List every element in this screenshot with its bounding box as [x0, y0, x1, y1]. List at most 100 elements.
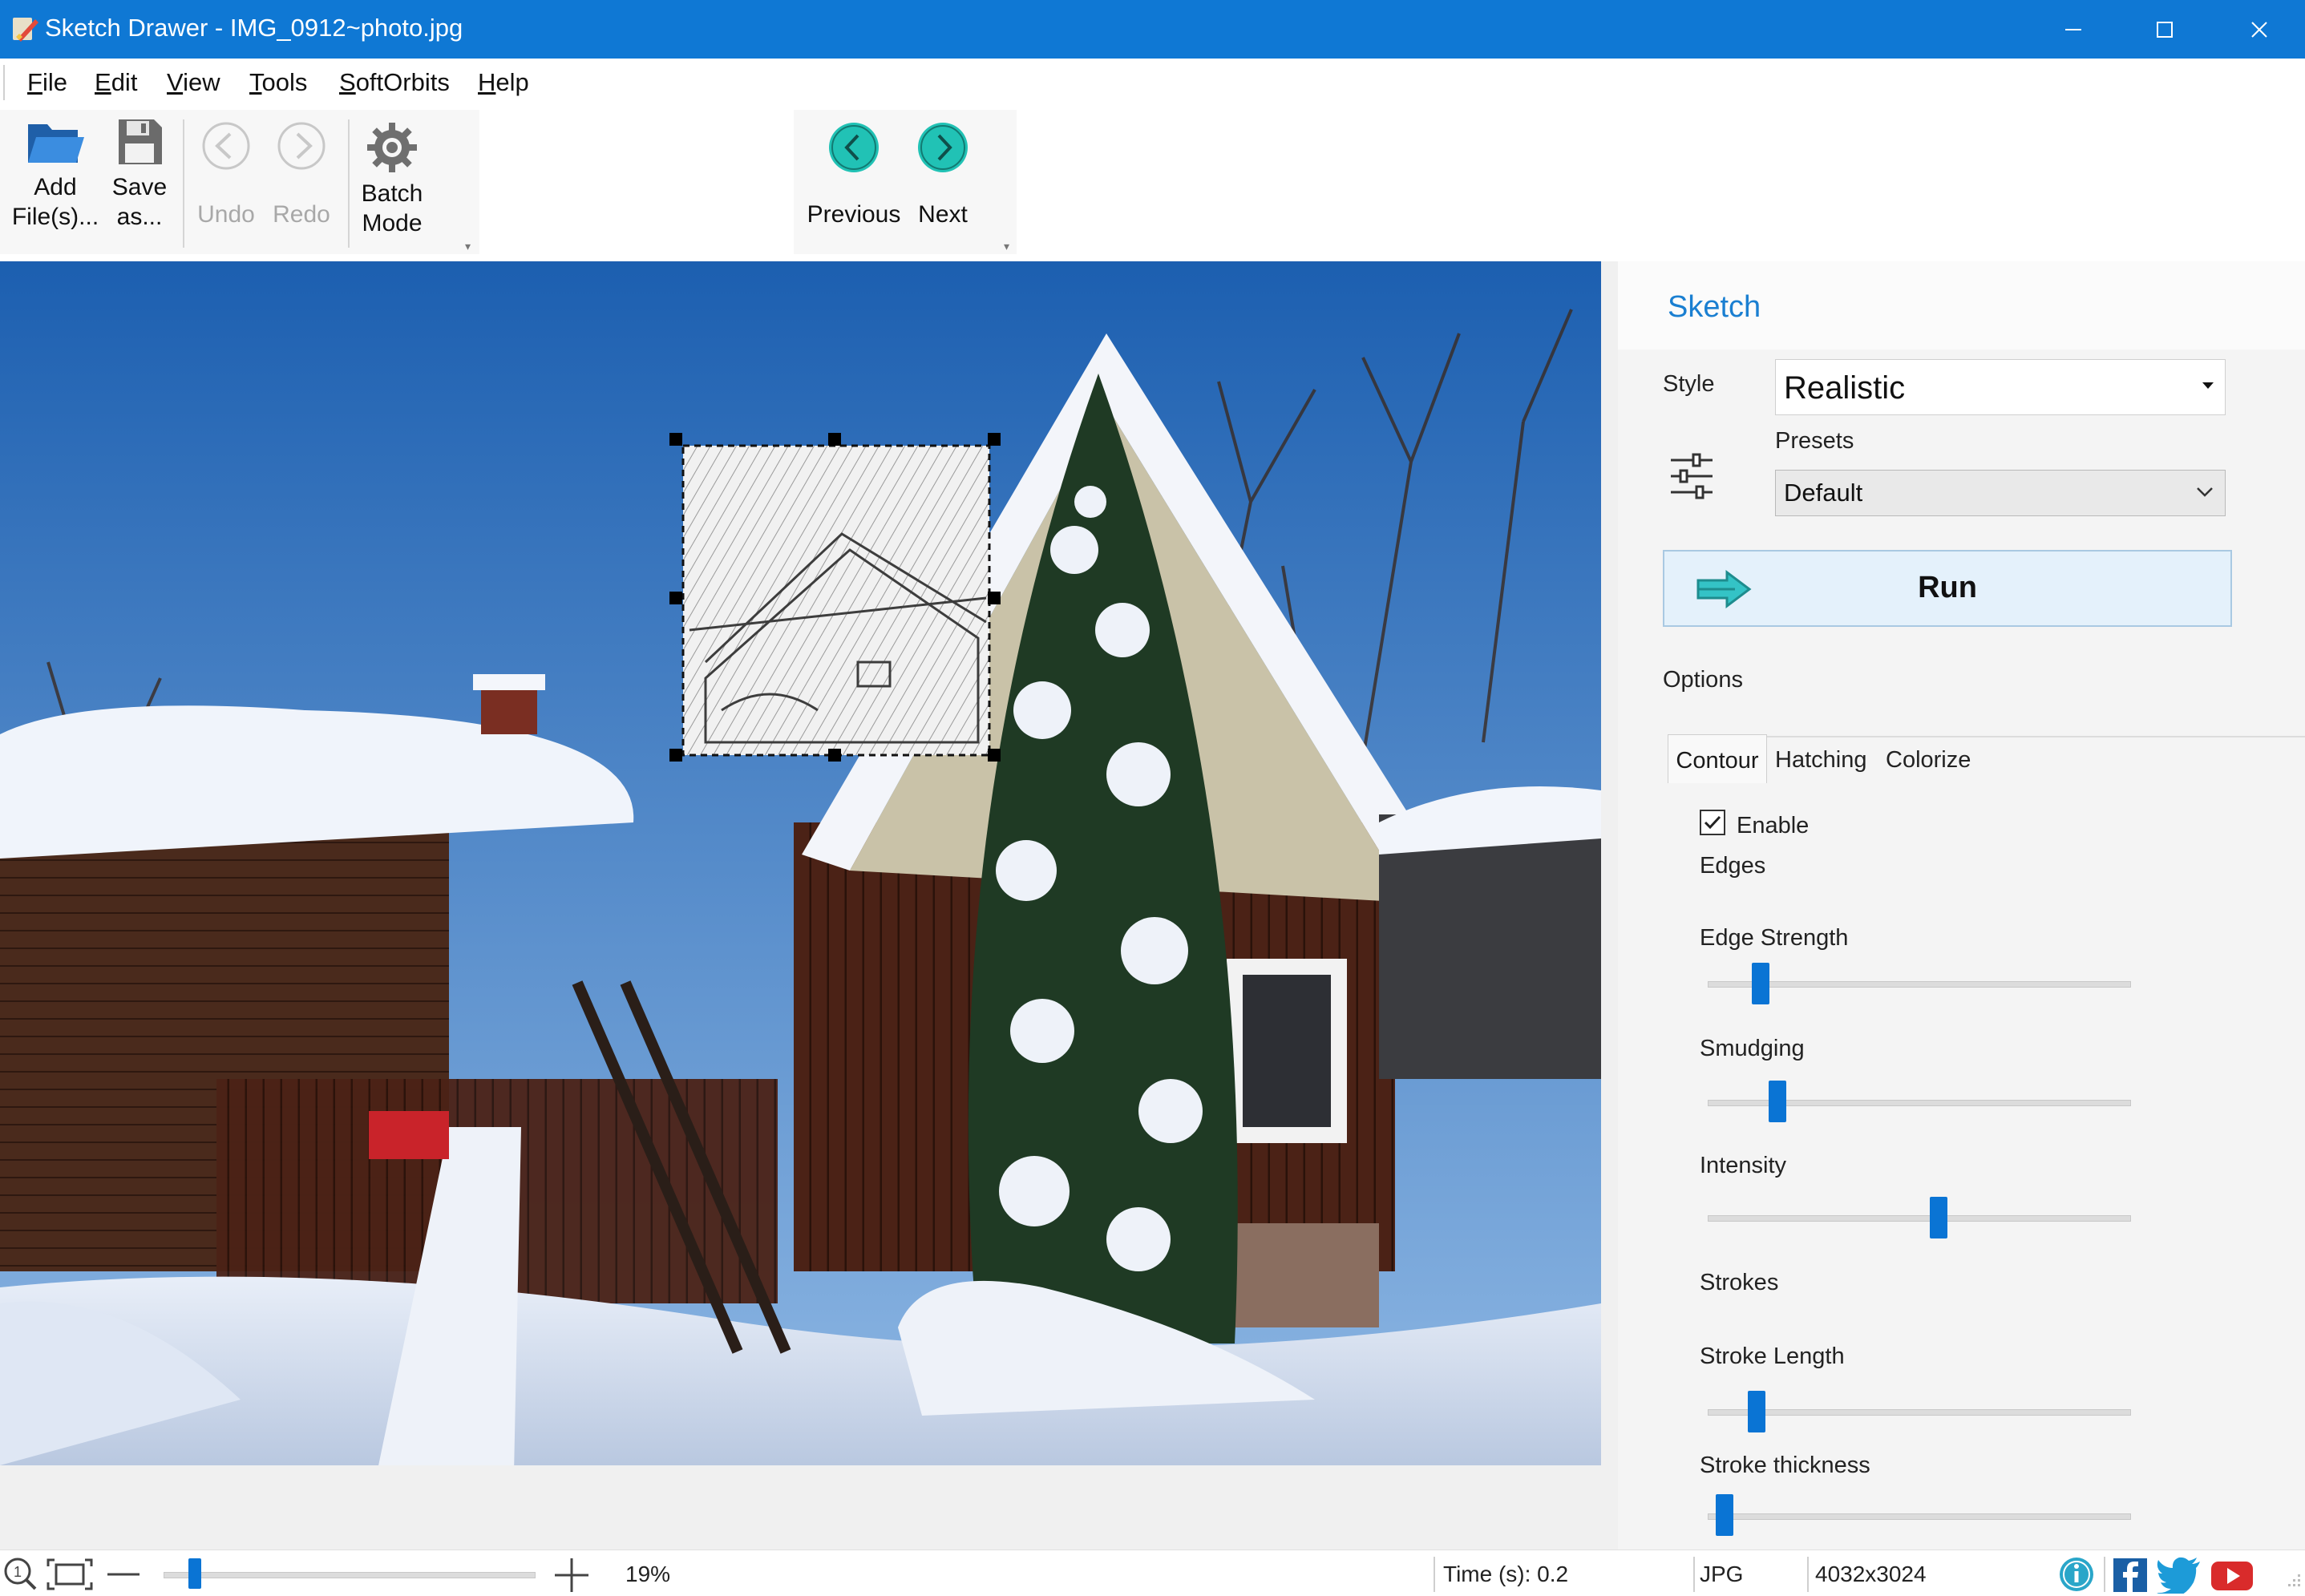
next-button[interactable]: Next	[906, 121, 980, 229]
status-bar: 1 19% Time (s): 0.2 JPG 4032x3024	[0, 1550, 2305, 1596]
zoom-slider-track[interactable]	[164, 1572, 536, 1578]
intensity-label: Intensity	[1700, 1153, 1786, 1178]
sliders-adjust-icon	[1671, 453, 1713, 499]
run-button[interactable]: Run	[1663, 550, 2232, 627]
chevron-down-icon	[2197, 487, 2213, 497]
menu-bar: File Edit View Tools SoftOrbits Help	[0, 59, 2305, 107]
previous-button[interactable]: Previous	[802, 121, 906, 229]
zoom-slider-thumb[interactable]	[188, 1558, 202, 1589]
edges-heading: Edges	[1700, 853, 1766, 879]
zoom-actual-size-icon[interactable]: 1	[3, 1557, 38, 1592]
save-label-2: as...	[116, 204, 163, 230]
tab-contour[interactable]: Contour	[1668, 734, 1767, 783]
intensity-track[interactable]	[1708, 1215, 2131, 1222]
run-label: Run	[1918, 571, 1977, 604]
menu-edit[interactable]: Edit	[95, 67, 137, 99]
undo-button[interactable]: Undo	[192, 121, 260, 229]
enable-label: Enable	[1737, 813, 1810, 838]
open-folder-icon	[28, 124, 84, 163]
stroke-length-track[interactable]	[1708, 1409, 2131, 1416]
redo-arrow-icon	[277, 122, 326, 170]
minimize-icon	[2065, 28, 2081, 30]
add-files-label-1: Add	[34, 174, 77, 200]
twitter-icon[interactable]	[2157, 1557, 2202, 1594]
status-separator	[1807, 1557, 1809, 1592]
close-button[interactable]	[2212, 0, 2305, 59]
image-dimensions: 4032x3024	[1815, 1562, 1927, 1586]
edge-strength-thumb[interactable]	[1752, 963, 1770, 1004]
menu-softorbits[interactable]: SoftOrbits	[339, 67, 450, 99]
info-icon[interactable]	[2057, 1555, 2096, 1594]
style-label: Style	[1663, 371, 1715, 397]
undo-arrow-icon	[202, 122, 250, 170]
edge-strength-label: Edge Strength	[1700, 925, 1849, 951]
batch-label-2: Mode	[362, 210, 423, 236]
style-dropdown[interactable]: Realistic	[1775, 359, 2226, 415]
selection-handle[interactable]	[669, 749, 682, 762]
toolbar-separator	[348, 119, 350, 248]
toolbar-overflow-icon[interactable]: ▾	[465, 240, 471, 253]
status-separator	[2104, 1557, 2105, 1592]
stroke-thickness-track[interactable]	[1708, 1513, 2131, 1520]
selection-handle[interactable]	[669, 433, 682, 446]
photo-preview[interactable]	[0, 261, 1601, 1465]
app-logo-icon	[13, 18, 38, 42]
undo-label: Undo	[197, 201, 255, 228]
previous-arrow-icon	[829, 123, 879, 172]
intensity-thumb[interactable]	[1930, 1197, 1948, 1238]
stroke-length-thumb[interactable]	[1748, 1391, 1766, 1432]
toolbar-separator	[183, 119, 184, 248]
menu-grip	[3, 65, 5, 100]
edge-strength-track[interactable]	[1708, 981, 2131, 988]
fit-to-window-icon[interactable]	[47, 1558, 93, 1590]
next-label: Next	[918, 201, 968, 228]
zoom-out-icon[interactable]	[106, 1566, 141, 1582]
toolbar: Add File(s)... Save as... Undo Redo Batc…	[0, 107, 2305, 261]
youtube-icon[interactable]	[2210, 1557, 2254, 1594]
menu-view[interactable]: View	[167, 67, 220, 99]
smudging-label: Smudging	[1700, 1036, 1805, 1061]
smudging-thumb[interactable]	[1768, 1081, 1786, 1122]
toolbar-overflow-icon[interactable]: ▾	[1004, 240, 1009, 253]
tab-colorize[interactable]: Colorize	[1886, 745, 1971, 774]
selection-handle[interactable]	[988, 749, 1001, 762]
panel-title: Sketch	[1668, 290, 1761, 324]
style-value: Realistic	[1784, 370, 1906, 406]
stroke-thickness-thumb[interactable]	[1716, 1494, 1734, 1536]
gear-icon	[367, 123, 417, 172]
selection-handle[interactable]	[828, 433, 841, 446]
selection-handle[interactable]	[988, 433, 1001, 446]
minimize-button[interactable]	[2026, 0, 2121, 59]
menu-tools[interactable]: Tools	[249, 67, 307, 99]
selection-handle[interactable]	[828, 749, 841, 762]
selection-handle[interactable]	[988, 592, 1001, 604]
facebook-icon[interactable]	[2112, 1557, 2149, 1594]
floppy-disk-icon	[119, 119, 162, 164]
zoom-percent: 19%	[625, 1562, 671, 1586]
selection-handle[interactable]	[669, 592, 682, 604]
maximize-icon	[2157, 21, 2173, 38]
presets-value: Default	[1784, 479, 1863, 507]
file-format: JPG	[1700, 1562, 1744, 1586]
menu-help[interactable]: Help	[478, 67, 529, 99]
redo-label: Redo	[273, 201, 330, 228]
status-separator	[1434, 1557, 1435, 1592]
add-files-button[interactable]: Add File(s)...	[8, 116, 103, 232]
zoom-in-icon[interactable]	[553, 1557, 590, 1594]
add-files-label-2: File(s)...	[11, 204, 99, 230]
tab-hatching[interactable]: Hatching	[1775, 745, 1866, 774]
menu-file[interactable]: File	[27, 67, 67, 99]
maximize-button[interactable]	[2117, 0, 2212, 59]
title-bar: Sketch Drawer - IMG_0912~photo.jpg	[0, 0, 2305, 59]
save-label-1: Save	[111, 174, 168, 200]
checkmark-icon	[1704, 815, 1721, 830]
stroke-length-label: Stroke Length	[1700, 1343, 1845, 1369]
stroke-thickness-label: Stroke thickness	[1700, 1453, 1870, 1478]
batch-mode-button[interactable]: Batch Mode	[356, 119, 428, 238]
redo-button[interactable]: Redo	[268, 121, 335, 229]
tab-contour-label: Contour	[1676, 748, 1759, 774]
presets-dropdown[interactable]: Default	[1775, 470, 2226, 516]
enable-checkbox[interactable]	[1700, 810, 1725, 835]
save-as-button[interactable]: Save as...	[106, 116, 173, 232]
resize-grip-icon[interactable]	[2282, 1571, 2303, 1592]
